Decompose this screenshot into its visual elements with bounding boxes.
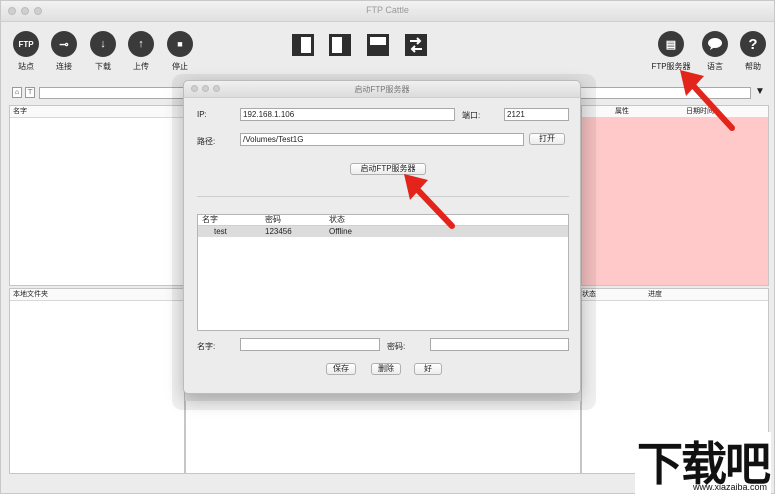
user-list: 名字 密码 状态 test 123456 Offline	[197, 214, 569, 331]
language-button[interactable]: 语言	[697, 31, 733, 72]
user-password-cell: 123456	[265, 227, 292, 236]
title-bar: FTP Cattle	[1, 1, 774, 22]
layout-right-pane-icon[interactable]	[329, 34, 351, 56]
site-button[interactable]: FTP 站点	[8, 31, 44, 72]
layout-bottom-pane-icon[interactable]	[367, 34, 389, 56]
user-status-cell: Offline	[329, 227, 352, 236]
remote-detail-panel: 属性 日期时间	[581, 105, 769, 286]
name-label: 名字:	[197, 342, 216, 351]
remote-file-panel: 名字	[9, 105, 185, 286]
speech-bubble-icon	[702, 31, 728, 57]
home-icon[interactable]: ⌂	[12, 87, 22, 98]
path-field[interactable]: /Volumes/Test1G	[240, 133, 524, 146]
window-title: FTP Cattle	[366, 5, 409, 15]
server-icon: ▤	[658, 31, 684, 57]
download-label: 下载	[95, 62, 111, 71]
separator	[197, 196, 569, 197]
help-label: 帮助	[745, 62, 761, 71]
watermark-url: www.xiazaiba.com	[692, 482, 767, 492]
stop-icon: ■	[167, 31, 193, 57]
layout-left-pane-icon[interactable]	[292, 34, 314, 56]
upload-button[interactable]: ↑ 上传	[123, 31, 159, 72]
start-ftp-server-button[interactable]: 启动FTP服务器	[350, 163, 426, 175]
dialog-title-bar: 启动FTP服务器	[184, 81, 580, 98]
ftp-site-icon: FTP	[13, 31, 39, 57]
stop-label: 停止	[172, 62, 188, 71]
column-progress[interactable]: 进度	[648, 289, 662, 300]
user-list-header: 名字 密码 状态	[198, 215, 568, 226]
upload-label: 上传	[133, 62, 149, 71]
ftp-server-label: FTP服务器	[651, 62, 691, 71]
local-folder-panel: 本地文件夹	[9, 288, 185, 474]
start-ftp-server-dialog: 启动FTP服务器 IP: 192.168.1.106 端口: 2121 路径: …	[183, 80, 581, 394]
save-button[interactable]: 保存	[326, 363, 356, 375]
tree-icon[interactable]: ⊤	[25, 87, 35, 98]
dropdown-triangle-icon[interactable]: ▼	[755, 86, 767, 100]
delete-button[interactable]: 删除	[371, 363, 401, 375]
download-button[interactable]: ↓ 下载	[85, 31, 121, 72]
watermark-logo: 下载吧 www.xiazaiba.com	[635, 432, 771, 494]
swap-arrows-icon[interactable]	[405, 34, 427, 56]
arrow-down-icon: ↓	[90, 31, 116, 57]
key-icon: ⊸	[51, 31, 77, 57]
user-row[interactable]: test 123456 Offline	[198, 226, 568, 237]
transfer-header: 状态 进度	[582, 289, 768, 301]
column-user-password[interactable]: 密码	[265, 215, 281, 225]
password-label: 密码:	[387, 342, 406, 351]
password-field[interactable]	[430, 338, 569, 351]
column-name[interactable]: 名字	[13, 106, 27, 117]
ip-field[interactable]: 192.168.1.106	[240, 108, 455, 121]
ftp-server-button[interactable]: ▤ FTP服务器	[649, 31, 693, 72]
highlighted-area	[582, 117, 768, 285]
stop-button[interactable]: ■ 停止	[162, 31, 198, 72]
site-label: 站点	[18, 62, 34, 71]
user-name-cell: test	[214, 227, 227, 236]
path-label: 路径:	[197, 137, 216, 146]
local-header: 本地文件夹	[10, 289, 184, 301]
ip-label: IP:	[197, 110, 207, 119]
column-attributes[interactable]: 属性	[615, 106, 629, 117]
remote-header: 名字	[10, 106, 184, 118]
ok-button[interactable]: 好	[414, 363, 442, 375]
open-button[interactable]: 打开	[529, 133, 565, 145]
name-field[interactable]	[240, 338, 380, 351]
column-user-status[interactable]: 状态	[329, 215, 345, 225]
connect-label: 连接	[56, 62, 72, 71]
connect-button[interactable]: ⊸ 连接	[46, 31, 82, 72]
column-user-name[interactable]: 名字	[202, 215, 218, 225]
help-button[interactable]: ? 帮助	[735, 31, 771, 72]
port-label: 端口:	[462, 111, 481, 120]
port-field[interactable]: 2121	[504, 108, 569, 121]
arrow-up-icon: ↑	[128, 31, 154, 57]
column-datetime[interactable]: 日期时间	[686, 106, 714, 117]
help-icon: ?	[740, 31, 766, 57]
column-local-folder[interactable]: 本地文件夹	[13, 289, 48, 300]
language-label: 语言	[707, 62, 723, 71]
dialog-title: 启动FTP服务器	[354, 85, 410, 94]
center-panel	[185, 401, 581, 474]
